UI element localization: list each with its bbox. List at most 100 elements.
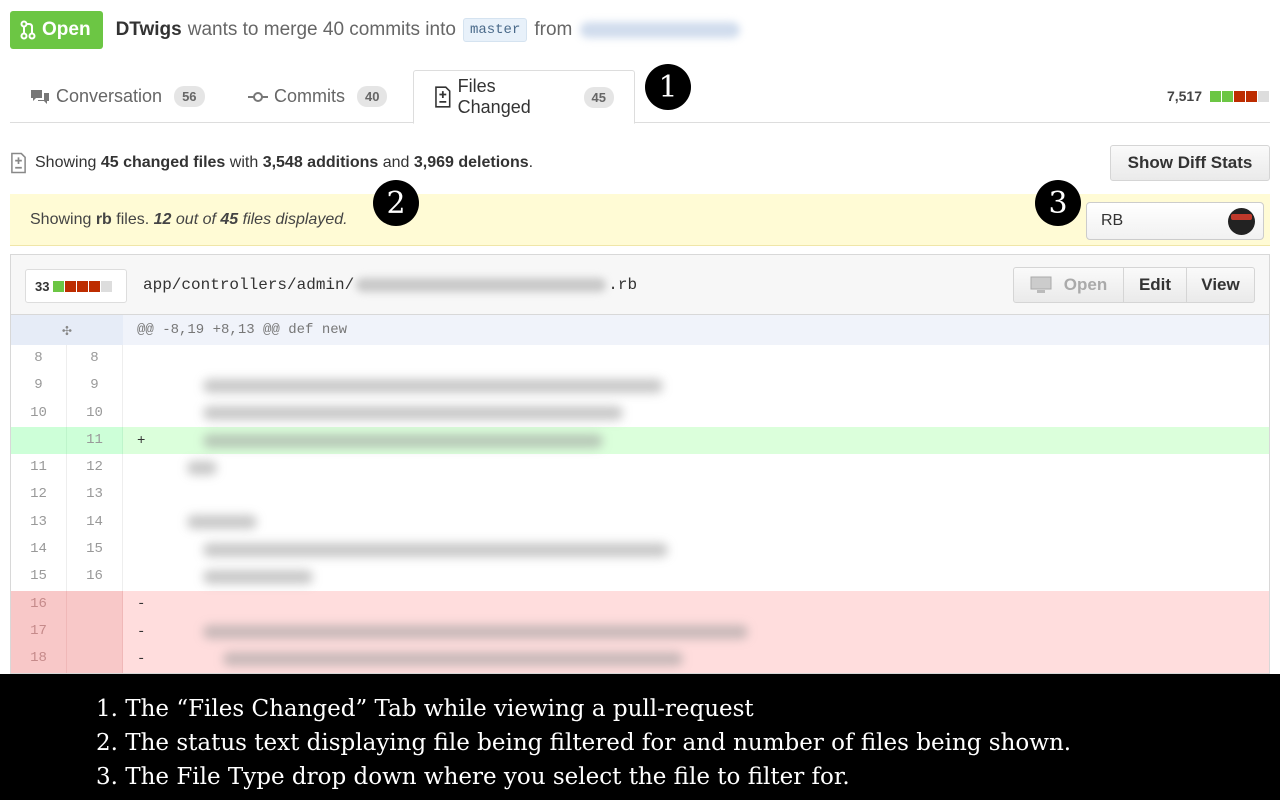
file-diff-icon <box>11 152 26 174</box>
new-line-number[interactable]: 14 <box>67 508 123 537</box>
new-line-number[interactable]: 12 <box>67 454 123 482</box>
new-line-number[interactable]: 9 <box>67 372 123 400</box>
old-line-number[interactable] <box>11 426 67 455</box>
summary-files: 45 changed files <box>100 154 226 171</box>
old-line-number[interactable]: 17 <box>11 617 67 646</box>
code-redacted <box>203 542 668 557</box>
file-diff: 33 app/controllers/admin/ .rb Open Edit … <box>10 254 1270 674</box>
diff-sign: - <box>137 650 146 667</box>
code-redacted <box>203 378 663 393</box>
hunk-text: @@ -8,19 +8,13 @@ def new <box>137 322 348 338</box>
diff-summary: Showing 45 changed files with 3,548 addi… <box>10 150 533 176</box>
file-type-selected: RB <box>1101 212 1124 229</box>
new-line-number[interactable] <box>67 590 123 618</box>
caption-line-1: 1. The “Files Changed” Tab while viewing… <box>96 696 754 722</box>
file-changes-count: 33 <box>35 278 50 294</box>
file-type-dropdown[interactable]: RB <box>1086 202 1264 240</box>
device-desktop-icon <box>1030 276 1052 293</box>
new-line-number[interactable]: 13 <box>67 481 123 509</box>
file-diff-icon <box>435 86 451 108</box>
caption: 1. The “Files Changed” Tab while viewing… <box>0 674 1280 800</box>
caption-line-3: 3. The File Type drop down where you sel… <box>96 764 850 790</box>
open-desktop-button[interactable]: Open <box>1014 268 1123 302</box>
tab-commits-count: 40 <box>357 86 388 107</box>
pr-header: Open DTwigs wants to merge 40 commits in… <box>10 11 741 49</box>
old-line-number[interactable]: 9 <box>11 372 67 400</box>
tab-files-changed-count: 45 <box>583 86 614 108</box>
line-code <box>123 563 1269 590</box>
diff-line: 12 13 <box>11 481 1269 509</box>
diff-line: 11 12 <box>11 454 1269 482</box>
file-header: 33 app/controllers/admin/ .rb Open Edit … <box>11 255 1269 315</box>
new-line-number[interactable] <box>67 645 123 673</box>
new-line-number[interactable]: 8 <box>67 345 123 373</box>
filter-shown-count: 12 <box>153 210 172 228</box>
old-line-number[interactable]: 12 <box>11 481 67 509</box>
old-line-number[interactable]: 18 <box>11 645 67 673</box>
file-name-redacted <box>356 278 607 292</box>
line-code <box>123 400 1269 427</box>
summary-and: and <box>382 154 410 171</box>
merge-text: wants to merge 40 commits into <box>187 19 456 40</box>
tab-files-changed[interactable]: Files Changed 45 <box>413 70 635 124</box>
code-redacted <box>187 460 217 475</box>
file-actions: Open Edit View <box>1013 267 1255 303</box>
new-line-number[interactable]: 10 <box>67 399 123 427</box>
summary-prefix: Showing <box>35 154 97 171</box>
old-line-number[interactable]: 14 <box>11 536 67 564</box>
line-code: + <box>123 427 1269 454</box>
code-redacted <box>203 570 313 585</box>
pr-state-badge: Open <box>10 11 103 49</box>
diff-lines: 8 8 9 9 10 10 11 +11 12 12 13 13 14 14 15 15 16 16-17-18- <box>11 345 1269 673</box>
line-code: - <box>123 591 1269 618</box>
new-line-number[interactable]: 15 <box>67 536 123 564</box>
diff-line: 15 16 <box>11 563 1269 591</box>
old-line-number[interactable]: 15 <box>11 563 67 591</box>
filter-status-bar: Showing rb files. 12 out of 45 files dis… <box>10 194 1270 246</box>
diff-line: 14 15 <box>11 536 1269 564</box>
summary-end: . <box>528 154 534 171</box>
total-diff-stat: 7,517 <box>1167 88 1270 104</box>
edit-button[interactable]: Edit <box>1123 268 1186 302</box>
caption-line-2: 2. The status text displaying file being… <box>96 730 1072 756</box>
old-line-number[interactable]: 11 <box>11 454 67 482</box>
hunk-header: ✣ @@ -8,19 +8,13 @@ def new <box>11 315 1269 345</box>
line-code <box>123 481 1269 508</box>
old-line-number[interactable]: 10 <box>11 399 67 427</box>
pr-author[interactable]: DTwigs <box>116 19 182 41</box>
new-line-number[interactable] <box>67 617 123 646</box>
code-redacted <box>203 433 603 448</box>
new-line-number[interactable]: 11 <box>67 426 123 455</box>
filter-out-of: out of <box>175 210 216 228</box>
line-code <box>123 345 1269 372</box>
filter-displayed: files displayed. <box>242 210 348 228</box>
view-button[interactable]: View <box>1186 268 1254 302</box>
diff-line: 16 - <box>11 590 1269 618</box>
new-line-number[interactable]: 16 <box>67 563 123 591</box>
old-line-number[interactable]: 16 <box>11 590 67 618</box>
summary-deletions: 3,969 deletions <box>413 154 529 171</box>
tab-conversation-label: Conversation <box>56 86 163 106</box>
tab-conversation-count: 56 <box>174 86 205 107</box>
expand-icon[interactable]: ✣ <box>11 315 123 345</box>
pr-tabs: Conversation 56 Commits 40 Files Changed… <box>10 70 1270 124</box>
line-code <box>123 454 1269 481</box>
file-path-suffix: .rb <box>608 276 638 294</box>
file-path[interactable]: app/controllers/admin/ .rb <box>143 276 637 294</box>
diff-line: 18 - <box>11 645 1269 673</box>
diff-line: 13 14 <box>11 508 1269 537</box>
show-diff-stats-button[interactable]: Show Diff Stats <box>1110 145 1270 181</box>
base-branch[interactable]: master <box>462 18 528 42</box>
diff-line: 88 <box>11 345 1269 373</box>
filter-files-word: files. <box>116 210 150 228</box>
line-code <box>123 509 1269 536</box>
file-diffstat-bar <box>53 280 113 292</box>
old-line-number[interactable]: 8 <box>11 345 67 373</box>
filter-total-count: 45 <box>220 210 239 228</box>
old-line-number[interactable]: 13 <box>11 508 67 537</box>
summary-with: with <box>229 154 259 171</box>
tab-commits[interactable]: Commits 40 <box>228 70 407 123</box>
tab-conversation[interactable]: Conversation 56 <box>10 70 225 123</box>
octocat-icon <box>1228 208 1255 235</box>
file-diffstat: 33 <box>25 269 127 303</box>
